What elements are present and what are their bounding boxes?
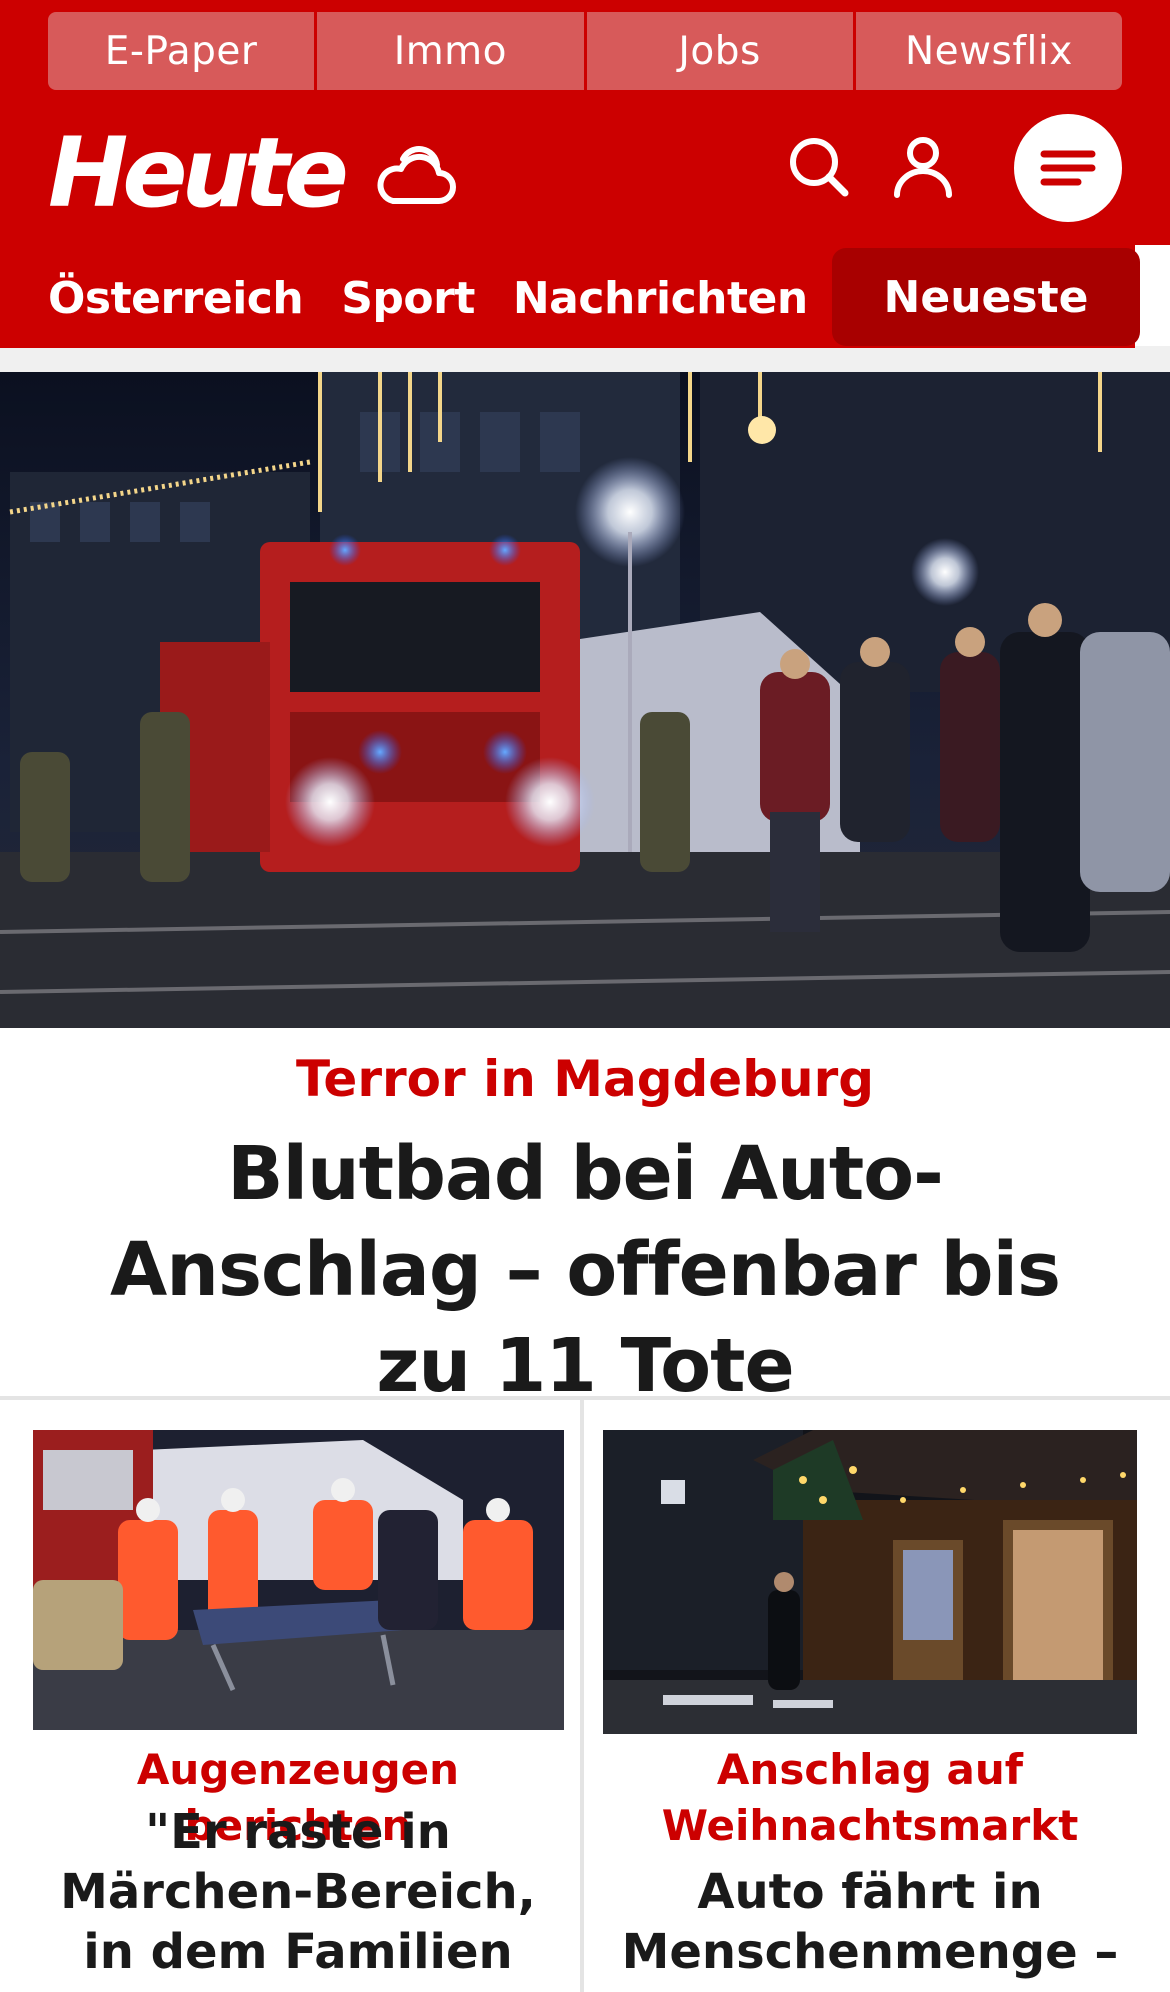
category-nachrichten[interactable]: Nachrichten — [513, 273, 808, 324]
account-button[interactable] — [888, 132, 958, 202]
logo-text: Heute — [48, 117, 349, 229]
hero-headline[interactable]: Blutbad bei Auto-Anschlag – offenbar bis… — [60, 1126, 1110, 1414]
topnav-jobs[interactable]: Jobs — [586, 12, 853, 90]
category-sport[interactable]: Sport — [341, 273, 475, 324]
site-header: E-Paper Immo Jobs Newsflix Heute Österre… — [0, 0, 1170, 372]
teaser-headline-2[interactable]: Auto fährt in Menschenmenge – — [600, 1862, 1140, 1982]
cloud-sun-icon[interactable] — [373, 137, 457, 209]
teaser-headline-1[interactable]: "Er raste in Märchen-Bereich, in dem Fam… — [30, 1802, 566, 1992]
search-button[interactable] — [784, 132, 854, 202]
teaser-photo-2 — [603, 1430, 1137, 1734]
topnav-epaper[interactable]: E-Paper — [48, 12, 315, 90]
category-neueste[interactable]: Neueste — [832, 248, 1140, 346]
topnav-immo[interactable]: Immo — [317, 12, 584, 90]
category-oesterreich[interactable]: Österreich — [48, 273, 304, 324]
user-icon — [894, 137, 952, 198]
menu-button[interactable] — [1014, 114, 1122, 222]
header-shadow — [0, 346, 1170, 372]
teaser-kicker-2[interactable]: Anschlag auf Weihnachtsmarkt — [600, 1742, 1140, 1854]
hero-photo — [0, 372, 1170, 1028]
category-navigation: Österreich Sport Nachrichten — [48, 258, 846, 338]
hero-image[interactable] — [0, 372, 1170, 1028]
teaser-photo-1 — [33, 1430, 564, 1730]
search-icon — [790, 138, 849, 197]
menu-icon — [1040, 150, 1096, 186]
top-navigation: E-Paper Immo Jobs Newsflix — [48, 12, 1122, 90]
site-logo[interactable]: Heute — [48, 118, 457, 228]
topnav-newsflix[interactable]: Newsflix — [855, 12, 1122, 90]
teaser-image-weihnachtsmarkt[interactable] — [603, 1430, 1137, 1734]
column-divider — [580, 1400, 584, 1992]
section-divider — [0, 1396, 1170, 1400]
teaser-image-augenzeugen[interactable] — [33, 1430, 564, 1730]
hero-kicker[interactable]: Terror in Magdeburg — [0, 1050, 1170, 1108]
